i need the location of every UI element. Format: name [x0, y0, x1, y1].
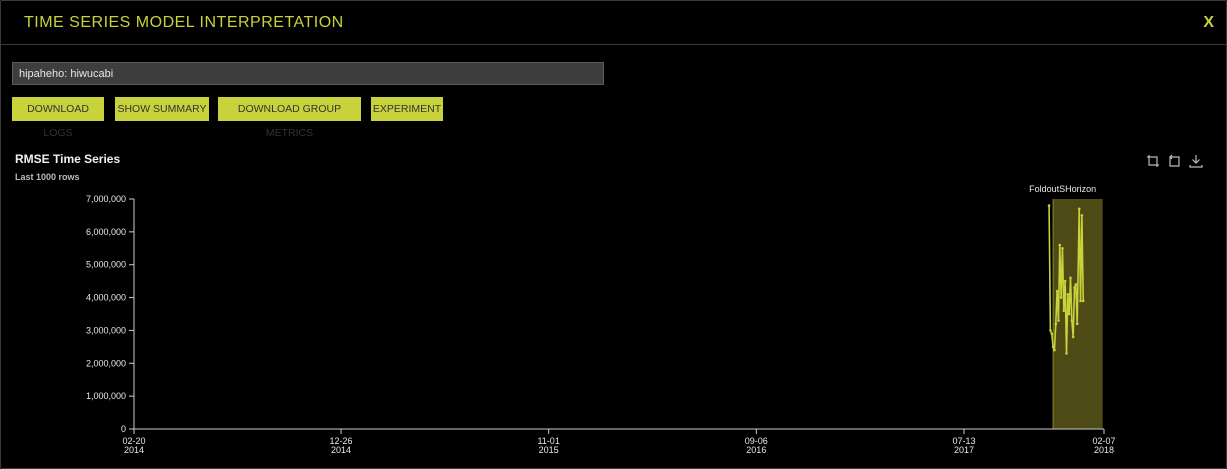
rmse-point	[1074, 283, 1078, 286]
rmse-point	[1075, 322, 1079, 326]
rmse-point	[1057, 319, 1060, 322]
rmse-point	[1053, 348, 1056, 352]
rmse-point	[1070, 319, 1074, 322]
rmse-point	[1062, 309, 1066, 313]
rmse-point	[1054, 322, 1058, 326]
y-tick-label: 6,000,000	[86, 227, 126, 237]
download-group-metrics-button[interactable]: DOWNLOAD GROUP METRICS	[218, 97, 361, 139]
rmse-point	[1073, 286, 1076, 290]
y-tick-label: 7,000,000	[86, 194, 126, 204]
horizon-label: FoldoutSHorizon	[1029, 184, 1096, 194]
chart-title: RMSE Time Series	[15, 152, 121, 166]
y-tick-label: 4,000,000	[86, 293, 126, 303]
download-icon[interactable]	[1189, 154, 1203, 168]
rmse-point	[1049, 329, 1052, 332]
download-logs-button[interactable]: DOWNLOAD LOGS	[12, 97, 104, 139]
rmse-point	[1058, 243, 1062, 247]
rmse-point	[1077, 207, 1081, 211]
rmse-point	[1051, 345, 1055, 349]
show-summary-button[interactable]: SHOW SUMMARY	[115, 97, 209, 121]
rmse-point	[1047, 204, 1051, 207]
experiment-button[interactable]: EXPERIMENT	[371, 97, 443, 121]
rmse-point	[1050, 332, 1054, 336]
x-tick-year: 2016	[746, 445, 766, 455]
y-tick-label: 5,000,000	[86, 260, 126, 270]
rmse-point	[1069, 276, 1072, 280]
select-icon[interactable]	[1146, 154, 1160, 168]
x-tick-year: 2014	[331, 445, 351, 455]
rmse-point	[1059, 296, 1063, 299]
rmse-point	[1081, 299, 1085, 303]
x-tick-year: 2018	[1094, 445, 1114, 455]
rmse-point	[1061, 246, 1064, 250]
y-tick-label: 2,000,000	[86, 358, 126, 368]
rmse-point	[1065, 352, 1068, 355]
modal-title: TIME SERIES MODEL INTERPRETATION	[24, 14, 344, 31]
x-tick-year: 2015	[539, 445, 559, 455]
rmse-point	[1080, 214, 1084, 217]
rmse-chart: FoldoutSHorizon 0 1,000,000 2,000,000 3,000…	[86, 184, 1116, 455]
rmse-point	[1055, 289, 1059, 293]
reset-icon[interactable]	[1168, 154, 1182, 168]
y-tick-label: 3,000,000	[86, 325, 126, 335]
close-button[interactable]: X	[1203, 14, 1214, 32]
modal-header: TIME SERIES MODEL INTERPRETATION X	[0, 0, 1227, 45]
y-tick-label: 0	[121, 424, 126, 434]
group-selector[interactable]: hipaheho: hiwucabi	[12, 62, 604, 85]
rmse-point	[1063, 279, 1067, 283]
x-tick-year: 2014	[124, 445, 144, 455]
rmse-point	[1071, 335, 1075, 339]
rmse-point	[1067, 312, 1071, 316]
rmse-point	[1066, 292, 1070, 296]
rmse-point	[1079, 299, 1082, 303]
y-tick-label: 1,000,000	[86, 391, 126, 401]
x-tick-year: 2017	[954, 445, 974, 455]
